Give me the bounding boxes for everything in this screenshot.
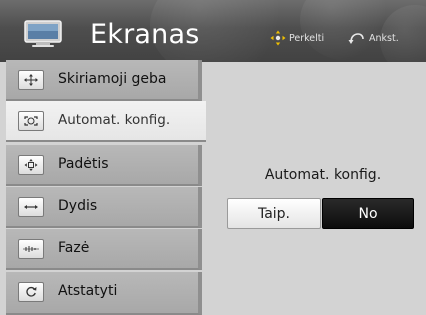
hint-move: Perkelti (270, 30, 324, 46)
menu-item-label: Automat. konfig. (58, 112, 171, 128)
return-arrow-icon (348, 33, 364, 44)
menu-item-phase[interactable]: Fazė (6, 229, 202, 270)
menu-item-resolution[interactable]: Skiriamoji geba (6, 60, 202, 101)
menu-item-reset[interactable]: Atstatyti (6, 272, 202, 315)
menu-item-label: Padėtis (58, 156, 109, 172)
resolution-icon (18, 70, 44, 90)
settings-menu: Skiriamoji geba Automat. konfig. Padėtis (6, 60, 206, 315)
page-title: Ekranas (90, 19, 200, 50)
navigate-arrows-icon (270, 30, 286, 46)
dialog-title: Automat. konfig. (264, 167, 382, 183)
hint-back-label: Ankst. (369, 32, 399, 44)
menu-item-auto-config[interactable]: Automat. konfig. (6, 101, 206, 142)
size-icon (18, 197, 44, 217)
menu-item-size[interactable]: Dydis (6, 187, 202, 228)
reset-icon (18, 282, 44, 302)
menu-item-label: Dydis (58, 198, 98, 214)
auto-config-icon (18, 111, 44, 131)
menu-item-label: Skiriamoji geba (58, 71, 167, 87)
no-button[interactable]: No (322, 198, 414, 229)
phase-icon (18, 239, 44, 259)
menu-item-label: Atstatyti (58, 283, 118, 299)
menu-item-label: Fazė (58, 240, 90, 256)
hint-back: Ankst. (348, 30, 399, 46)
tv-screen-icon (24, 20, 62, 47)
yes-button[interactable]: Taip. (227, 198, 321, 229)
menu-item-position[interactable]: Padėtis (6, 145, 202, 186)
hint-move-label: Perkelti (289, 32, 325, 44)
header-bar: Ekranas Perkelti Ankst. (0, 0, 426, 62)
position-icon (18, 155, 44, 175)
